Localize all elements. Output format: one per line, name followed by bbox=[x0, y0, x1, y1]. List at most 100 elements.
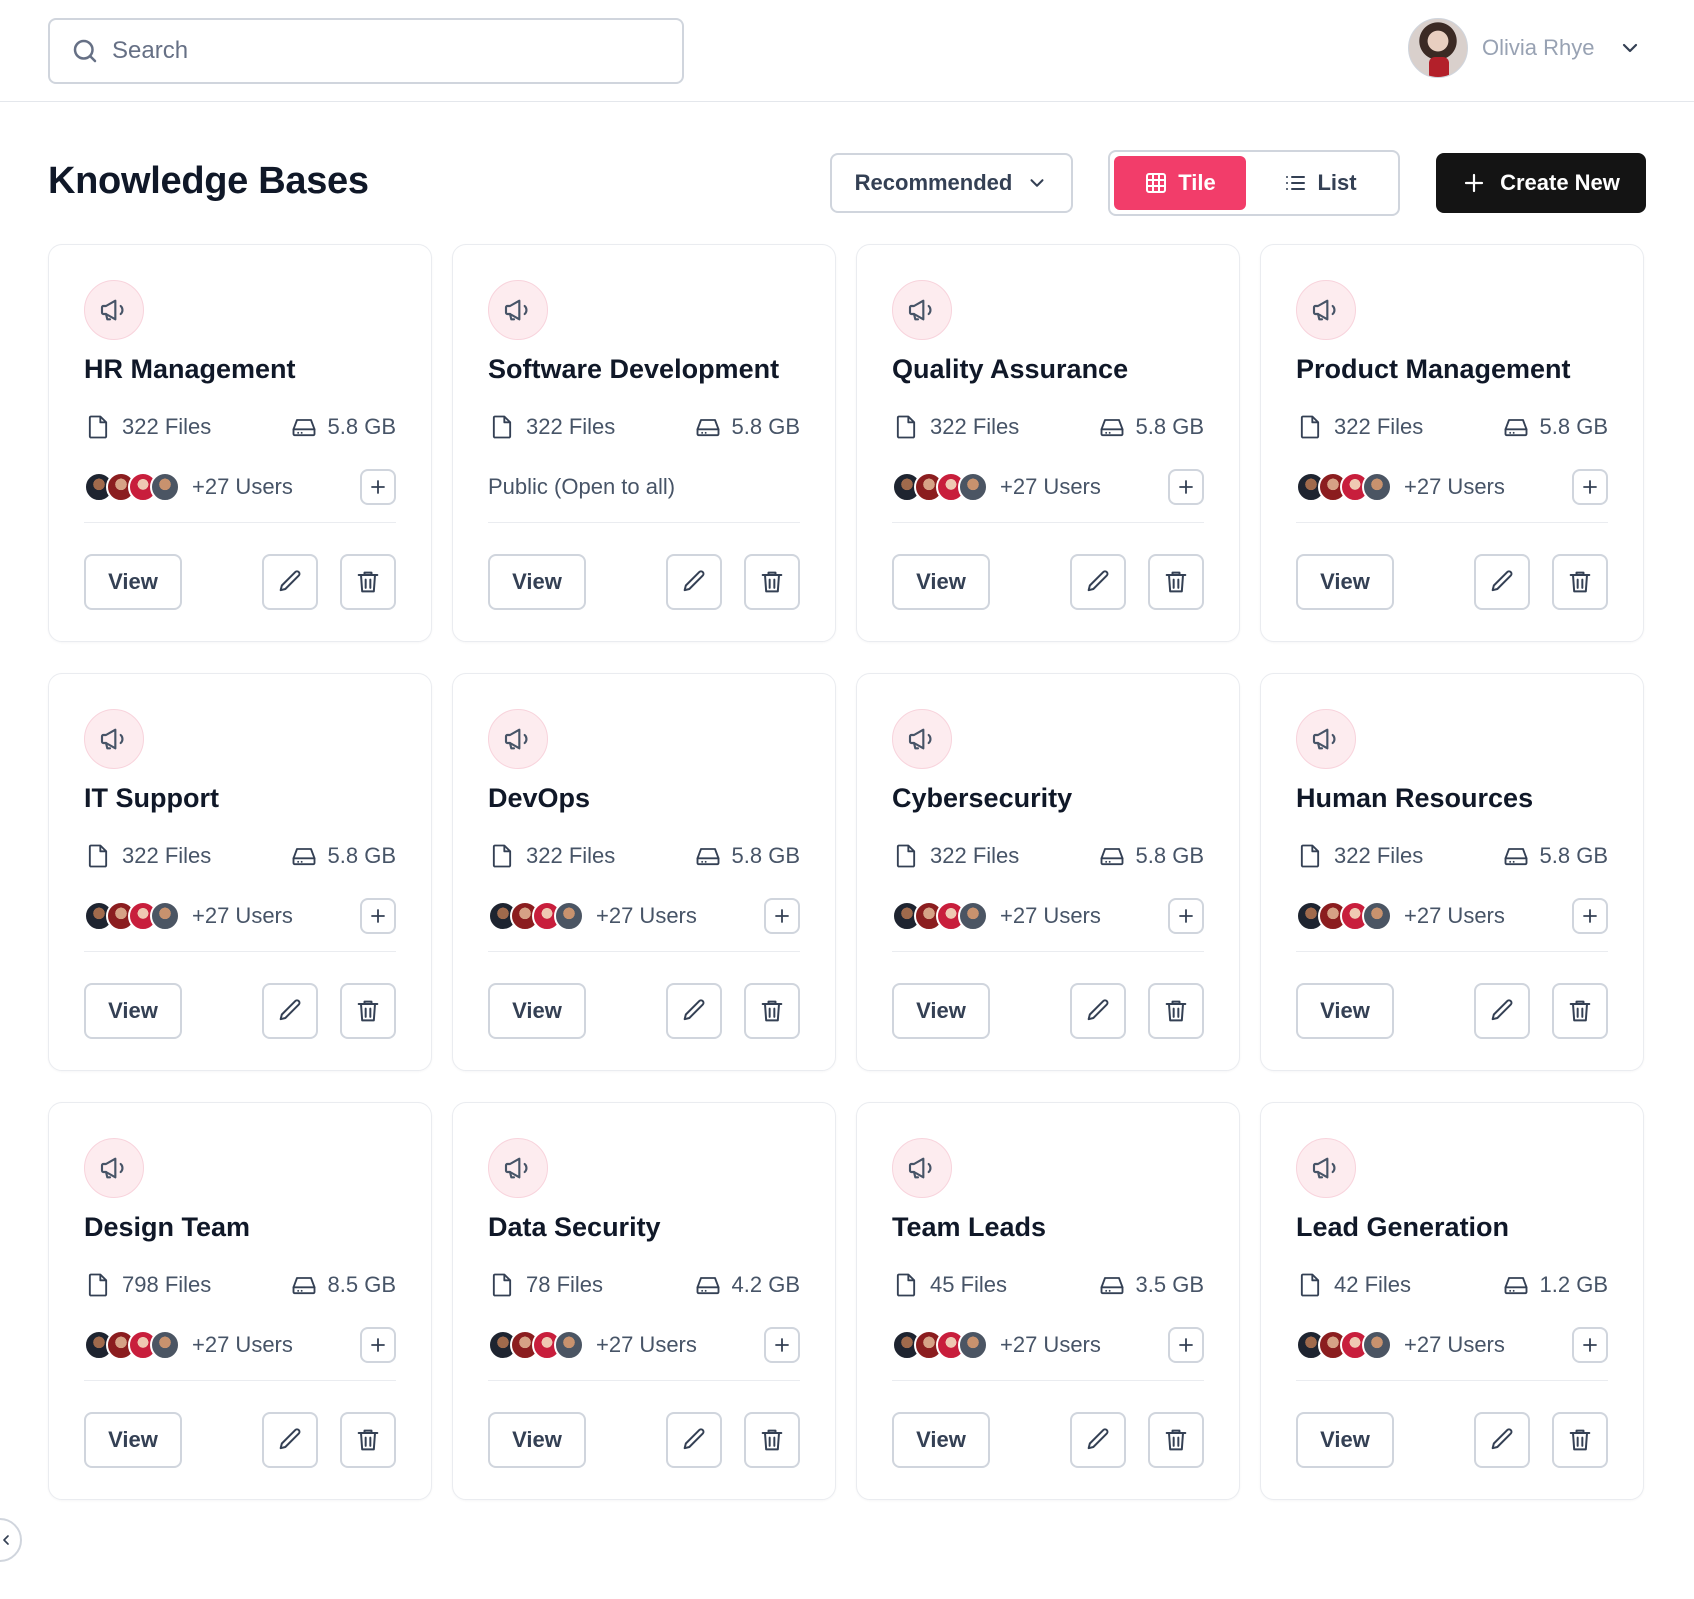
knowledge-base-card: Data Security 78 Files 4.2 GB +27 Users … bbox=[452, 1102, 836, 1500]
view-button[interactable]: View bbox=[1296, 1412, 1394, 1468]
add-user-button[interactable] bbox=[360, 898, 396, 934]
view-button[interactable]: View bbox=[84, 983, 182, 1039]
add-user-button[interactable] bbox=[360, 469, 396, 505]
avatar-stack[interactable] bbox=[892, 472, 988, 502]
collapse-sidebar-button[interactable] bbox=[0, 1518, 22, 1562]
avatar bbox=[958, 1330, 988, 1360]
card-users: +27 Users bbox=[892, 1327, 1204, 1363]
view-button[interactable]: View bbox=[488, 554, 586, 610]
avatar-stack[interactable] bbox=[488, 1330, 584, 1360]
file-icon bbox=[896, 415, 916, 439]
card-users: +27 Users bbox=[84, 1327, 396, 1363]
avatar bbox=[150, 472, 180, 502]
avatar-stack[interactable] bbox=[488, 901, 584, 931]
search-input[interactable] bbox=[112, 37, 652, 65]
add-user-button[interactable] bbox=[1572, 1327, 1608, 1363]
card-actions: View bbox=[892, 554, 1204, 610]
storage-size-label: 5.8 GB bbox=[1135, 414, 1204, 439]
avatar-stack[interactable] bbox=[892, 1330, 988, 1360]
delete-button[interactable] bbox=[1148, 554, 1204, 610]
card-title: HR Management bbox=[84, 354, 296, 384]
avatar-stack[interactable] bbox=[84, 472, 180, 502]
card-actions: View bbox=[892, 1412, 1204, 1468]
delete-button[interactable] bbox=[1148, 1412, 1204, 1468]
edit-button[interactable] bbox=[1070, 554, 1126, 610]
view-button[interactable]: View bbox=[1296, 983, 1394, 1039]
edit-button[interactable] bbox=[666, 1412, 722, 1468]
delete-button[interactable] bbox=[340, 554, 396, 610]
edit-button[interactable] bbox=[1474, 983, 1530, 1039]
tile-view-button[interactable]: Tile bbox=[1114, 156, 1246, 210]
avatar[interactable] bbox=[1408, 18, 1468, 78]
view-button[interactable]: View bbox=[892, 1412, 990, 1468]
view-button[interactable]: View bbox=[892, 983, 990, 1039]
delete-button[interactable] bbox=[744, 554, 800, 610]
users-count-label: +27 Users bbox=[1000, 474, 1101, 499]
delete-button[interactable] bbox=[744, 983, 800, 1039]
edit-button[interactable] bbox=[666, 983, 722, 1039]
view-button[interactable]: View bbox=[84, 554, 182, 610]
add-user-button[interactable] bbox=[1168, 1327, 1204, 1363]
delete-button[interactable] bbox=[340, 1412, 396, 1468]
avatar-stack[interactable] bbox=[1296, 472, 1392, 502]
add-user-button[interactable] bbox=[1572, 469, 1608, 505]
pencil-icon bbox=[1087, 1428, 1109, 1450]
avatar-stack[interactable] bbox=[84, 901, 180, 931]
edit-button[interactable] bbox=[1070, 1412, 1126, 1468]
storage-size-label: 8.5 GB bbox=[327, 1272, 396, 1297]
search-box[interactable] bbox=[48, 18, 684, 84]
delete-button[interactable] bbox=[340, 983, 396, 1039]
view-button[interactable]: View bbox=[84, 1412, 182, 1468]
sort-label: Recommended bbox=[854, 170, 1013, 195]
user-group: +27 Users bbox=[84, 472, 293, 502]
delete-button[interactable] bbox=[1148, 983, 1204, 1039]
storage-size-label: 5.8 GB bbox=[1539, 414, 1608, 439]
edit-button[interactable] bbox=[262, 1412, 318, 1468]
hard-drive-icon bbox=[292, 419, 315, 437]
file-icon bbox=[88, 1273, 108, 1297]
sort-dropdown[interactable]: Recommended bbox=[830, 153, 1073, 213]
delete-button[interactable] bbox=[1552, 554, 1608, 610]
create-new-label: Create New bbox=[1500, 170, 1620, 195]
view-button[interactable]: View bbox=[488, 1412, 586, 1468]
edit-button[interactable] bbox=[1474, 554, 1530, 610]
edit-button[interactable] bbox=[1070, 983, 1126, 1039]
avatar-stack[interactable] bbox=[84, 1330, 180, 1360]
list-view-button[interactable]: List bbox=[1246, 156, 1394, 210]
delete-button[interactable] bbox=[1552, 983, 1608, 1039]
user-menu[interactable]: Olivia Rhye bbox=[1408, 17, 1642, 79]
add-user-button[interactable] bbox=[764, 898, 800, 934]
add-user-button[interactable] bbox=[764, 1327, 800, 1363]
add-user-button[interactable] bbox=[1168, 469, 1204, 505]
card-stats: 45 Files 3.5 GB bbox=[892, 1270, 1204, 1300]
edit-button[interactable] bbox=[262, 554, 318, 610]
create-new-button[interactable]: Create New bbox=[1436, 153, 1646, 213]
delete-button[interactable] bbox=[744, 1412, 800, 1468]
avatar-stack[interactable] bbox=[892, 901, 988, 931]
edit-button[interactable] bbox=[1474, 1412, 1530, 1468]
pencil-icon bbox=[683, 999, 705, 1021]
edit-button[interactable] bbox=[262, 983, 318, 1039]
megaphone-icon bbox=[892, 1138, 952, 1198]
edit-button[interactable] bbox=[666, 554, 722, 610]
chevron-down-icon[interactable] bbox=[1618, 36, 1642, 60]
delete-button[interactable] bbox=[1552, 1412, 1608, 1468]
card-stats: 322 Files 5.8 GB bbox=[1296, 412, 1608, 442]
storage-size-label: 5.8 GB bbox=[731, 414, 800, 439]
file-count-label: 322 Files bbox=[1334, 843, 1424, 868]
view-button[interactable]: View bbox=[488, 983, 586, 1039]
add-user-button[interactable] bbox=[360, 1327, 396, 1363]
add-user-button[interactable] bbox=[1168, 898, 1204, 934]
view-button[interactable]: View bbox=[892, 554, 990, 610]
add-user-button[interactable] bbox=[1572, 898, 1608, 934]
user-group: +27 Users bbox=[488, 901, 697, 931]
card-users: +27 Users bbox=[488, 898, 800, 934]
avatar bbox=[958, 472, 988, 502]
card-actions: View bbox=[892, 983, 1204, 1039]
card-actions: View bbox=[488, 554, 800, 610]
avatar-stack[interactable] bbox=[1296, 1330, 1392, 1360]
view-button[interactable]: View bbox=[1296, 554, 1394, 610]
avatar-stack[interactable] bbox=[1296, 901, 1392, 931]
divider bbox=[892, 1380, 1204, 1381]
storage-size-label: 3.5 GB bbox=[1135, 1272, 1204, 1297]
